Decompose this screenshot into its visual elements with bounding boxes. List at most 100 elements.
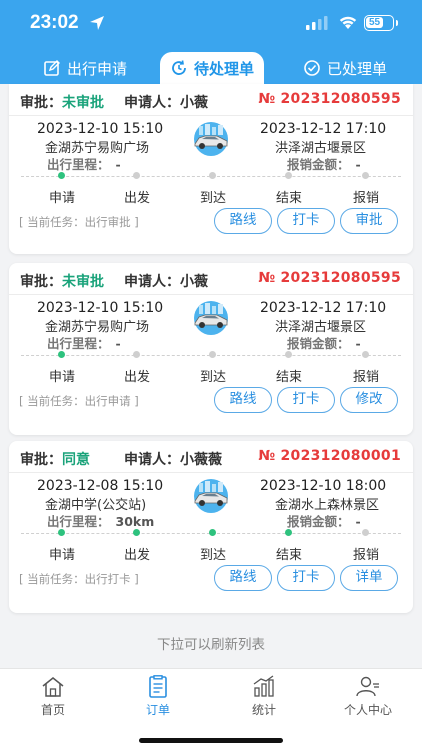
progress-dot bbox=[209, 529, 216, 536]
refresh-clock-icon bbox=[172, 60, 186, 75]
order-card[interactable]: 审批：同意 申请人：小薇薇 № 202312080001 2023-12-08 15:… bbox=[9, 441, 413, 613]
progress-dot bbox=[133, 351, 140, 358]
clock: 23:02 bbox=[30, 12, 79, 33]
progress-dot bbox=[209, 172, 216, 179]
home-icon bbox=[42, 677, 64, 697]
start-time: 2023-12-08 15:10 bbox=[37, 478, 164, 494]
current-task: [ 当前任务：出行审批 ] bbox=[19, 215, 139, 229]
car-icon bbox=[194, 301, 228, 335]
pull-refresh-hint: 下拉可以刷新列表 bbox=[157, 637, 265, 653]
applicant: 申请人：小薇 bbox=[124, 274, 208, 290]
approval-status: 审批：同意 bbox=[20, 452, 90, 468]
tab-pending[interactable]: 待处理单 bbox=[160, 52, 264, 84]
car-icon bbox=[194, 479, 228, 513]
signal-icon bbox=[306, 16, 328, 30]
nav-stats[interactable]: 统计 bbox=[229, 675, 299, 718]
progress-step-label: 到达 bbox=[199, 548, 226, 563]
edit-square-icon bbox=[44, 60, 60, 76]
tab-label: 已处理单 bbox=[326, 59, 387, 78]
tab-label: 出行申请 bbox=[66, 59, 127, 78]
end-time: 2023-12-12 17:10 bbox=[260, 121, 387, 137]
progress-step-label: 结束 bbox=[275, 548, 302, 563]
reimburse-amount: 报销金额： - bbox=[287, 157, 361, 172]
action-button[interactable]: 详单 bbox=[340, 565, 398, 591]
order-list-icon bbox=[149, 675, 167, 698]
route-button[interactable]: 路线 bbox=[214, 565, 272, 591]
order-card[interactable]: 审批：未审批 申请人：小薇 № 202312080595 2023-12-10 15:… bbox=[9, 84, 413, 254]
progress-step-label: 申请 bbox=[48, 548, 75, 563]
battery-icon: 55 bbox=[364, 15, 398, 31]
applicant: 申请人：小薇 bbox=[124, 95, 208, 111]
route-button[interactable]: 路线 bbox=[214, 387, 272, 413]
home-indicator bbox=[139, 738, 283, 743]
tab-processed[interactable]: 已处理单 bbox=[280, 52, 410, 84]
action-button[interactable]: 修改 bbox=[340, 387, 398, 413]
progress-step-label: 出发 bbox=[123, 370, 150, 385]
end-time: 2023-12-12 17:10 bbox=[260, 300, 387, 316]
amount-value: - bbox=[355, 514, 361, 529]
progress-step-label: 结束 bbox=[275, 191, 302, 206]
mileage-value: - bbox=[115, 157, 121, 172]
mileage: 出行里程： - bbox=[47, 336, 121, 351]
order-number: № 202312080595 bbox=[258, 91, 401, 107]
location-arrow-icon bbox=[90, 16, 104, 30]
progress-step-label: 出发 bbox=[123, 548, 150, 563]
progress-dot bbox=[285, 529, 292, 536]
end-time: 2023-12-10 18:00 bbox=[260, 478, 387, 494]
progress-step-label: 到达 bbox=[199, 370, 226, 385]
progress-step-label: 申请 bbox=[48, 370, 75, 385]
nav-label: 订单 bbox=[145, 703, 170, 717]
checkin-button[interactable]: 打卡 bbox=[277, 208, 335, 234]
nav-home[interactable]: 首页 bbox=[18, 675, 88, 718]
status-bar: 23:02 55 bbox=[0, 0, 422, 46]
approval-status: 审批：未审批 bbox=[20, 274, 104, 290]
progress-dot bbox=[58, 529, 65, 536]
checkin-button[interactable]: 打卡 bbox=[277, 387, 335, 413]
progress-dot bbox=[285, 351, 292, 358]
mileage: 出行里程： - bbox=[47, 157, 121, 172]
nav-label: 个人中心 bbox=[343, 703, 392, 717]
progress-step-label: 结束 bbox=[275, 370, 302, 385]
progress-dot bbox=[133, 172, 140, 179]
progress-step-label: 报销 bbox=[352, 548, 379, 563]
order-number: № 202312080595 bbox=[258, 270, 401, 286]
mileage-value: - bbox=[115, 336, 121, 351]
approval-value: 未审批 bbox=[62, 274, 104, 290]
order-number: № 202312080001 bbox=[258, 448, 401, 464]
approval-status: 审批：未审批 bbox=[20, 95, 104, 111]
action-button[interactable]: 审批 bbox=[340, 208, 398, 234]
progress-dot bbox=[285, 172, 292, 179]
progress-dot bbox=[362, 351, 369, 358]
start-time: 2023-12-10 15:10 bbox=[37, 121, 164, 137]
applicant: 申请人：小薇薇 bbox=[124, 452, 222, 468]
check-circle-icon bbox=[304, 60, 320, 76]
progress-dot bbox=[209, 351, 216, 358]
user-icon bbox=[356, 676, 379, 697]
car-icon bbox=[194, 122, 228, 156]
nav-orders[interactable]: 订单 bbox=[123, 675, 193, 718]
approval-value: 同意 bbox=[62, 452, 90, 468]
bar-chart-icon bbox=[253, 675, 274, 697]
reimburse-amount: 报销金额： - bbox=[287, 336, 361, 351]
current-task: [ 当前任务：出行打卡 ] bbox=[19, 572, 139, 586]
progress-dot bbox=[58, 351, 65, 358]
battery-level: 55 bbox=[366, 17, 383, 28]
route-button[interactable]: 路线 bbox=[214, 208, 272, 234]
progress-step-label: 报销 bbox=[352, 370, 379, 385]
progress-dot bbox=[362, 172, 369, 179]
amount-value: - bbox=[355, 336, 361, 351]
progress-dot bbox=[362, 529, 369, 536]
order-card[interactable]: 审批：未审批 申请人：小薇 № 202312080595 2023-12-10 15:… bbox=[9, 263, 413, 435]
progress-dot bbox=[58, 172, 65, 179]
progress-dot bbox=[133, 529, 140, 536]
applicant-name: 小薇薇 bbox=[180, 452, 222, 468]
progress-step-label: 报销 bbox=[352, 191, 379, 206]
current-task: [ 当前任务：出行申请 ] bbox=[19, 394, 139, 408]
card-header: 审批：未审批 申请人：小薇 № 202312080595 bbox=[9, 263, 413, 295]
nav-label: 统计 bbox=[251, 703, 276, 717]
tab-travel-apply[interactable]: 出行申请 bbox=[10, 52, 160, 84]
checkin-button[interactable]: 打卡 bbox=[277, 565, 335, 591]
nav-profile[interactable]: 个人中心 bbox=[333, 675, 403, 718]
wifi-icon bbox=[339, 16, 357, 29]
nav-label: 首页 bbox=[40, 703, 65, 717]
